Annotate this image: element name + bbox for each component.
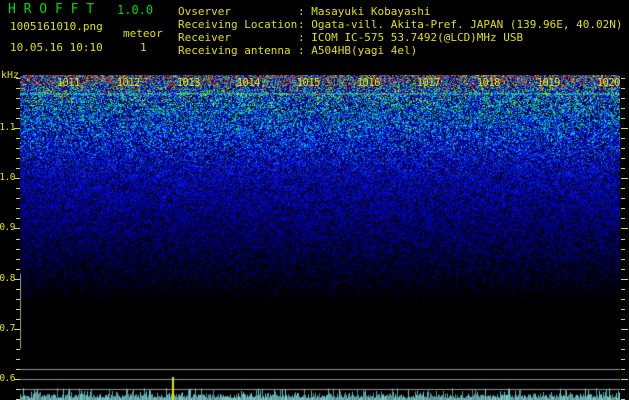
time-label: 1018 bbox=[477, 77, 500, 89]
freq-minor-tick bbox=[16, 208, 20, 209]
freq-minor-tick bbox=[621, 259, 625, 260]
freq-minor-tick bbox=[621, 289, 625, 290]
station-row-value: : A504HB(yagi 4el) bbox=[298, 44, 417, 57]
freq-minor-tick bbox=[621, 88, 625, 89]
freq-minor-tick bbox=[621, 98, 625, 99]
freq-minor-tick bbox=[16, 118, 20, 119]
freq-minor-tick bbox=[16, 369, 20, 370]
freq-minor-tick bbox=[621, 188, 625, 189]
freq-minor-tick bbox=[621, 208, 625, 209]
freq-minor-tick bbox=[621, 158, 625, 159]
station-row-value: : Ogata-vill. Akita-Pref. JAPAN (139.96E… bbox=[298, 18, 623, 31]
freq-major-tick bbox=[621, 279, 628, 280]
station-row-value: : Masayuki Kobayashi bbox=[298, 5, 430, 18]
freq-minor-tick bbox=[621, 168, 625, 169]
freq-minor-tick bbox=[16, 269, 20, 270]
freq-minor-tick bbox=[621, 148, 625, 149]
time-label: 1019 bbox=[537, 77, 560, 89]
freq-minor-tick bbox=[16, 148, 20, 149]
freq-major-tick bbox=[621, 128, 628, 129]
freq-minor-tick bbox=[16, 259, 20, 260]
freq-minor-tick bbox=[621, 239, 625, 240]
freq-tick-label: 0.9 bbox=[0, 222, 15, 233]
freq-minor-tick bbox=[16, 319, 20, 320]
freq-tick-label: 0.7 bbox=[0, 323, 15, 334]
freq-minor-tick bbox=[16, 88, 20, 89]
freq-minor-tick bbox=[16, 309, 20, 310]
freq-major-tick bbox=[621, 379, 628, 380]
freq-minor-tick bbox=[621, 269, 625, 270]
station-row-value: : ICOM IC-575 53.7492(@LCD)MHz USB bbox=[298, 31, 523, 44]
station-row-label: Ovserver bbox=[178, 5, 298, 18]
time-label: 1014 bbox=[237, 77, 260, 89]
freq-major-tick bbox=[621, 178, 628, 179]
freq-minor-tick bbox=[16, 218, 20, 219]
station-row: Receiver: ICOM IC-575 53.7492(@LCD)MHz U… bbox=[178, 31, 623, 44]
freq-minor-tick bbox=[16, 78, 20, 79]
freq-minor-tick bbox=[621, 359, 625, 360]
freq-minor-tick bbox=[621, 339, 625, 340]
freq-major-tick bbox=[621, 329, 628, 330]
freq-minor-tick bbox=[621, 309, 625, 310]
freq-minor-tick bbox=[621, 299, 625, 300]
time-label: 1011 bbox=[57, 77, 80, 89]
station-info: Ovserver: Masayuki Kobayashi Receiving Lo… bbox=[178, 5, 623, 57]
freq-minor-tick bbox=[621, 138, 625, 139]
station-row: Ovserver: Masayuki Kobayashi bbox=[178, 5, 623, 18]
freq-minor-tick bbox=[16, 188, 20, 189]
station-row-label: Receiving antenna bbox=[178, 44, 298, 57]
freq-minor-tick bbox=[16, 339, 20, 340]
freq-minor-tick bbox=[621, 249, 625, 250]
app-version: 1.0.0 bbox=[117, 3, 153, 17]
freq-minor-tick bbox=[16, 98, 20, 99]
freq-minor-tick bbox=[621, 218, 625, 219]
freq-minor-tick bbox=[16, 168, 20, 169]
freq-tick-label: 1.0 bbox=[0, 172, 15, 183]
station-row-label: Receiver bbox=[178, 31, 298, 44]
freq-minor-tick bbox=[621, 319, 625, 320]
time-label: 1020 bbox=[597, 77, 620, 89]
freq-minor-tick bbox=[16, 289, 20, 290]
freq-tick-label: 0.6 bbox=[0, 373, 15, 384]
freq-minor-tick bbox=[621, 78, 625, 79]
mode-label: meteor bbox=[123, 27, 163, 40]
freq-minor-tick bbox=[621, 198, 625, 199]
datetime-label: 10.05.16 10:10 bbox=[10, 41, 103, 54]
freq-minor-tick bbox=[16, 349, 20, 350]
freq-major-tick bbox=[621, 228, 628, 229]
freq-minor-tick bbox=[16, 389, 20, 390]
y-axis-unit-label: kHz bbox=[1, 70, 19, 81]
time-label: 1016 bbox=[357, 77, 380, 89]
time-label: 1017 bbox=[417, 77, 440, 89]
freq-minor-tick bbox=[16, 239, 20, 240]
freq-minor-tick bbox=[621, 389, 625, 390]
time-label: 1013 bbox=[177, 77, 200, 89]
time-label: 1015 bbox=[297, 77, 320, 89]
freq-minor-tick bbox=[16, 198, 20, 199]
station-row: Receiving antenna: A504HB(yagi 4el) bbox=[178, 44, 623, 57]
spectrogram-canvas bbox=[20, 75, 620, 400]
freq-minor-tick bbox=[621, 349, 625, 350]
output-filename: 1005161010.png bbox=[10, 20, 103, 33]
freq-tick-label: 1.1 bbox=[0, 122, 15, 133]
freq-minor-tick bbox=[621, 369, 625, 370]
freq-minor-tick bbox=[16, 359, 20, 360]
freq-minor-tick bbox=[16, 138, 20, 139]
station-row-label: Receiving Location bbox=[178, 18, 298, 31]
freq-minor-tick bbox=[16, 108, 20, 109]
freq-minor-tick bbox=[621, 118, 625, 119]
meteor-count: 1 bbox=[140, 41, 147, 54]
time-label: 1012 bbox=[117, 77, 140, 89]
freq-minor-tick bbox=[16, 158, 20, 159]
freq-minor-tick bbox=[16, 249, 20, 250]
app-title: H R O F F T bbox=[8, 2, 94, 17]
hrofft-screen: { "header": { "app_title": "H R O F F T"… bbox=[0, 0, 629, 400]
freq-tick-label: 0.8 bbox=[0, 273, 15, 284]
station-row: Receiving Location: Ogata-vill. Akita-Pr… bbox=[178, 18, 623, 31]
freq-minor-tick bbox=[621, 108, 625, 109]
freq-minor-tick bbox=[16, 299, 20, 300]
